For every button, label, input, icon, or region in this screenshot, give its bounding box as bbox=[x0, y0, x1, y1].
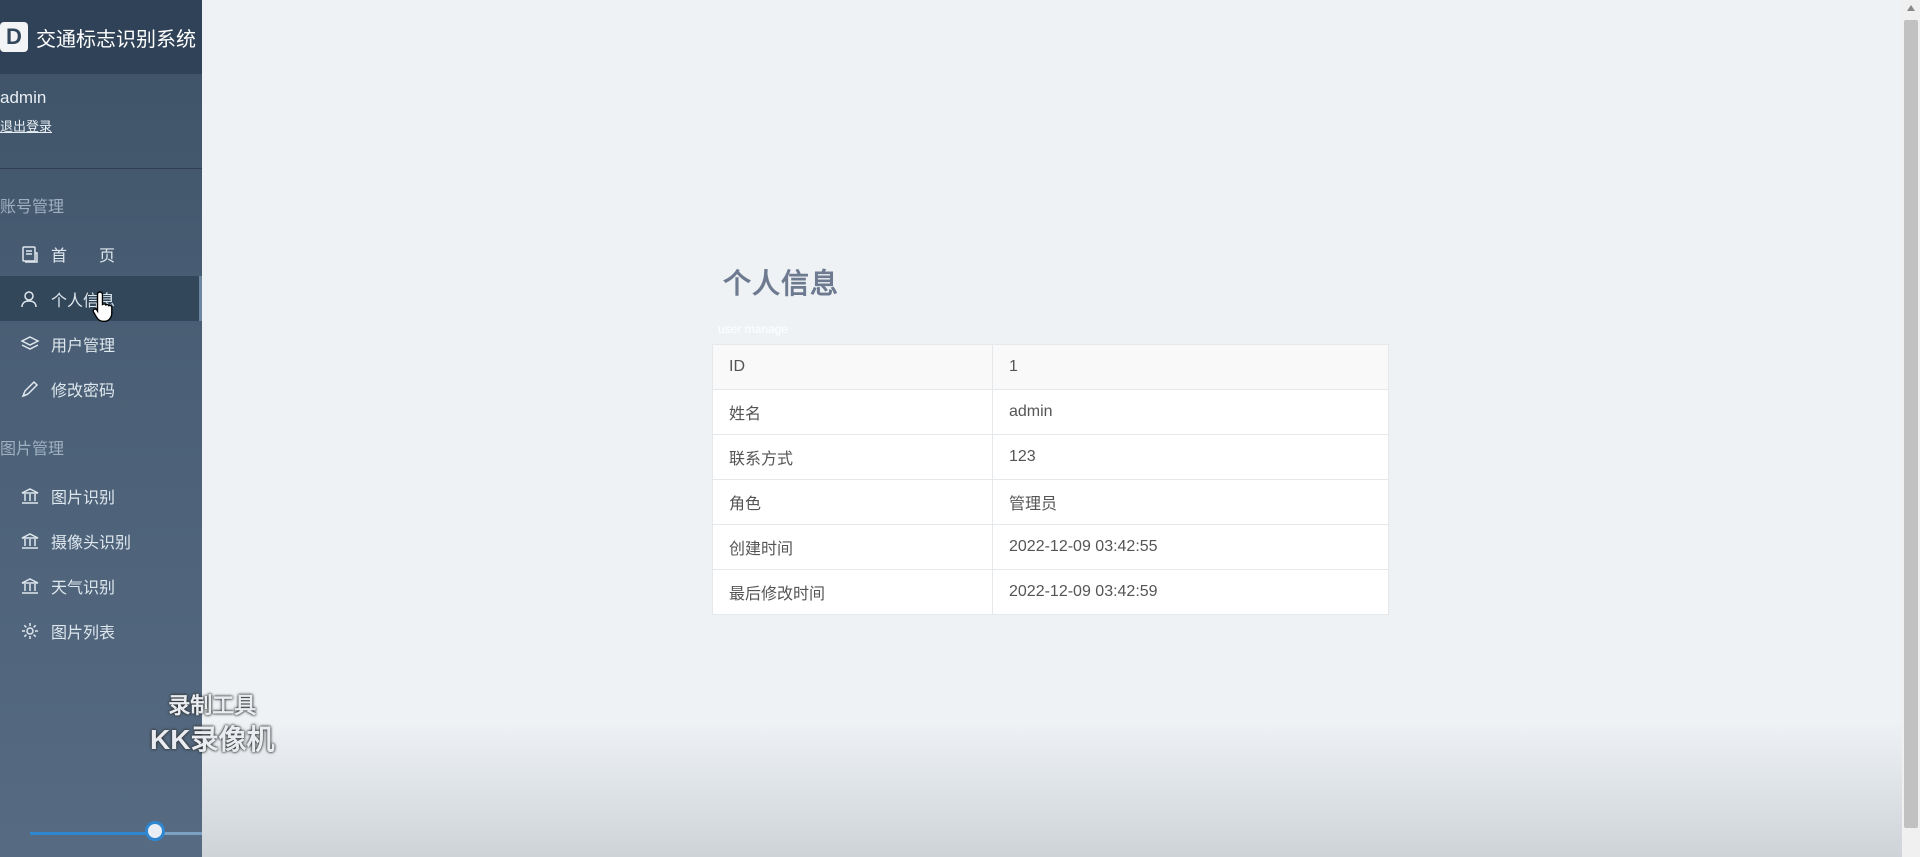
user-icon bbox=[20, 289, 40, 309]
profile-panel: 个人信息 user manage ID 1 姓名 admin 联系方式 123 … bbox=[712, 262, 1389, 615]
row-value: 123 bbox=[992, 434, 1389, 480]
section-title-account: 账号管理 bbox=[0, 199, 65, 216]
table-row: 最后修改时间 2022-12-09 03:42:59 bbox=[712, 569, 1389, 615]
logout-link[interactable]: 退出登录 bbox=[0, 116, 52, 135]
video-progress-track[interactable] bbox=[30, 832, 202, 835]
sidebar-item-change-password[interactable]: 修改密码 bbox=[0, 366, 202, 411]
bank-icon bbox=[20, 531, 40, 551]
profile-table: ID 1 姓名 admin 联系方式 123 角色 管理员 创建时间 2022-… bbox=[712, 344, 1389, 615]
sidebar-item-label: 图片识别 bbox=[51, 489, 116, 507]
sidebar-item-label: 修改密码 bbox=[51, 382, 116, 400]
video-progress-knob[interactable] bbox=[145, 821, 165, 841]
vertical-scrollbar[interactable] bbox=[1902, 0, 1920, 857]
row-key: 角色 bbox=[712, 479, 993, 525]
user-name: admin bbox=[0, 88, 47, 107]
row-value: 2022-12-09 03:42:55 bbox=[992, 524, 1389, 570]
sidebar-item-camera-recognition[interactable]: 摄像头识别 bbox=[0, 518, 202, 563]
sidebar-item-label: 摄像头识别 bbox=[51, 534, 132, 552]
sidebar-item-label: 用户管理 bbox=[51, 337, 116, 355]
watermark-line1: 录制工具 bbox=[168, 693, 257, 718]
sidebar-item-user-management[interactable]: 用户管理 bbox=[0, 321, 202, 366]
table-row: 角色 管理员 bbox=[712, 479, 1389, 525]
sidebar-item-home[interactable]: 首 页 bbox=[0, 231, 202, 276]
home-icon bbox=[20, 244, 40, 264]
gear-icon bbox=[20, 621, 40, 641]
watermark-line2: KK录像机 bbox=[150, 724, 275, 755]
brand-bar: D 交通标志识别系统 bbox=[0, 0, 202, 74]
row-key: ID bbox=[712, 344, 993, 390]
table-row: 联系方式 123 bbox=[712, 434, 1389, 480]
user-block: admin 退出登录 bbox=[0, 74, 202, 169]
row-key: 创建时间 bbox=[712, 524, 993, 570]
page-subtitle: user manage bbox=[718, 322, 789, 336]
app-logo: D bbox=[0, 22, 28, 52]
video-overlay-shade bbox=[202, 722, 1902, 857]
page-title: 个人信息 bbox=[723, 268, 840, 299]
recording-watermark: 录制工具 KK录像机 bbox=[150, 688, 274, 758]
row-value: 1 bbox=[992, 344, 1389, 390]
row-value: 2022-12-09 03:42:59 bbox=[992, 569, 1389, 615]
sidebar-item-image-recognition[interactable]: 图片识别 bbox=[0, 473, 202, 518]
video-progress-fill bbox=[30, 832, 156, 835]
table-row: ID 1 bbox=[712, 344, 1389, 390]
layers-icon bbox=[20, 334, 40, 354]
sidebar-item-weather-recognition[interactable]: 天气识别 bbox=[0, 563, 202, 608]
sidebar-item-label: 图片列表 bbox=[51, 624, 116, 642]
scroll-up-arrow-icon[interactable] bbox=[1907, 5, 1915, 11]
sidebar-item-image-list[interactable]: 图片列表 bbox=[0, 608, 202, 653]
section-title-images: 图片管理 bbox=[0, 441, 65, 458]
sidebar-item-label: 天气识别 bbox=[51, 579, 116, 597]
table-row: 姓名 admin bbox=[712, 389, 1389, 435]
scrollbar-thumb[interactable] bbox=[1904, 20, 1918, 828]
pencil-icon bbox=[20, 379, 40, 399]
hand-cursor-icon bbox=[92, 291, 113, 322]
row-key: 姓名 bbox=[712, 389, 993, 435]
bank-icon bbox=[20, 576, 40, 596]
table-row: 创建时间 2022-12-09 03:42:55 bbox=[712, 524, 1389, 570]
row-key: 联系方式 bbox=[712, 434, 993, 480]
row-value: admin bbox=[992, 389, 1389, 435]
row-key: 最后修改时间 bbox=[712, 569, 993, 615]
sidebar-item-label: 首 页 bbox=[51, 247, 116, 265]
row-value: 管理员 bbox=[992, 479, 1389, 525]
app-title: 交通标志识别系统 bbox=[36, 28, 196, 51]
bank-icon bbox=[20, 486, 40, 506]
